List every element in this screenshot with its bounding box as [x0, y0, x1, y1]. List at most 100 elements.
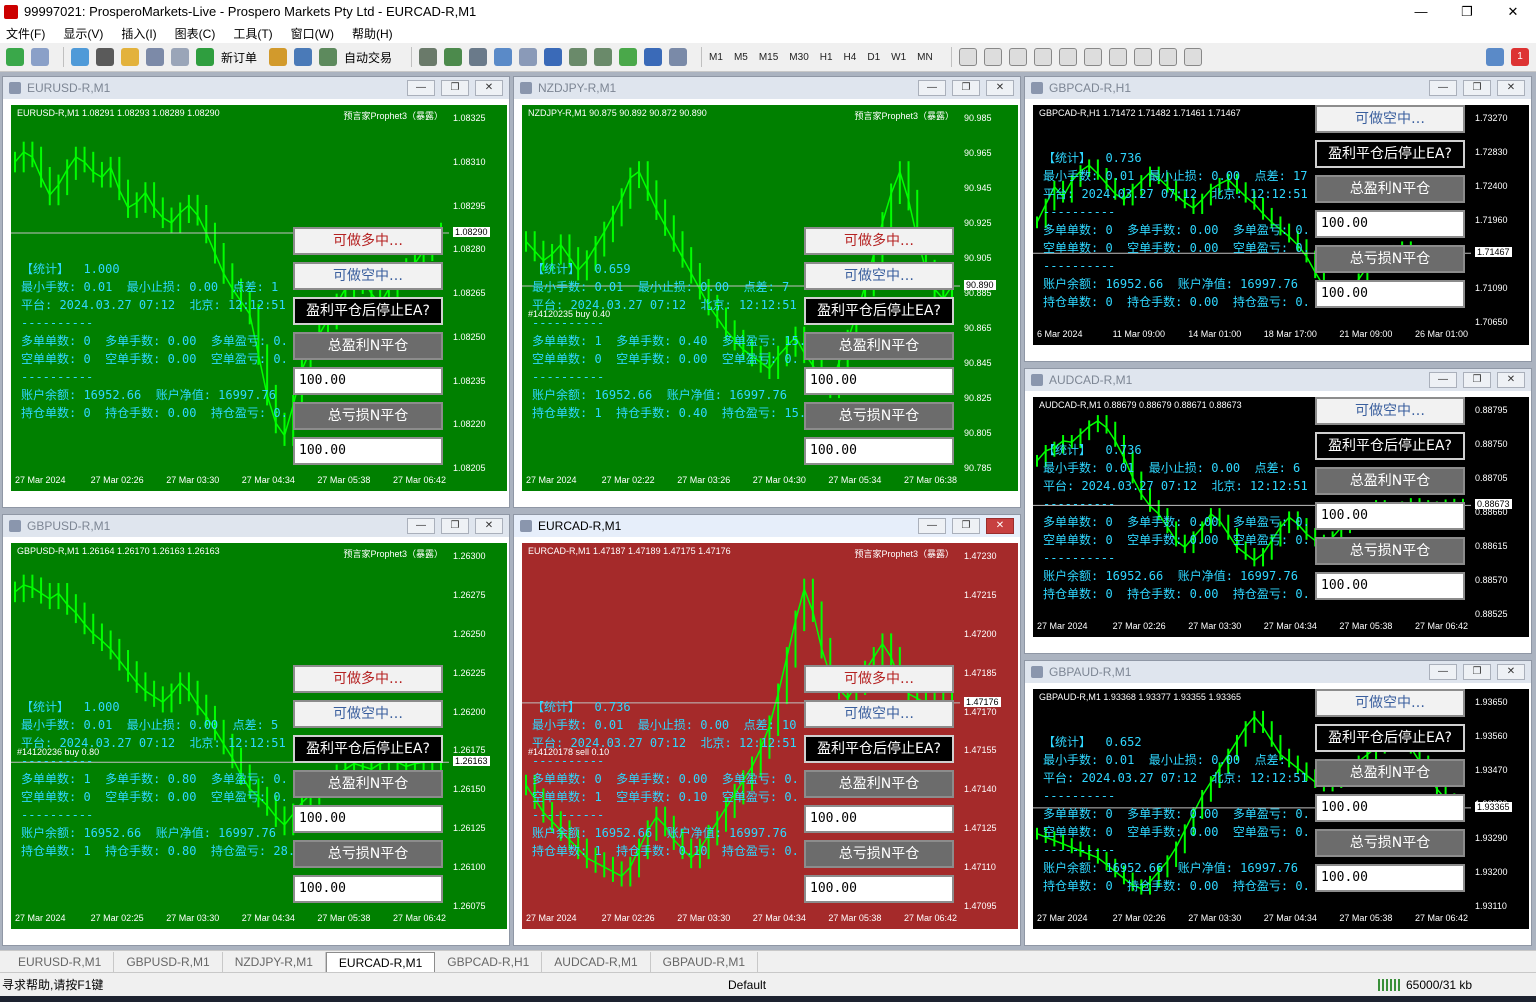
chart-plot-area[interactable]: GBPCAD-R,H1 1.71472 1.71482 1.71461 1.71… [1033, 105, 1471, 329]
close-loss-button[interactable]: 总亏损N平仓 [804, 840, 954, 868]
tab-gbpcad[interactable]: GBPCAD-R,H1 [435, 951, 543, 972]
chart-close-button[interactable]: ✕ [1497, 372, 1525, 388]
chart-shift-icon[interactable] [594, 48, 613, 66]
long-status-button[interactable]: 可做多中… [804, 665, 954, 693]
crosshair-icon[interactable] [983, 48, 1002, 66]
stop-after-profit-button[interactable]: 盈利平仓后停止EA? [804, 735, 954, 763]
profiles-icon[interactable] [31, 48, 49, 66]
terminal-icon[interactable] [146, 48, 164, 66]
long-status-button[interactable]: 可做多中… [804, 227, 954, 255]
tab-nzdjpy[interactable]: NZDJPY-R,M1 [223, 951, 326, 972]
loss-amount-input[interactable]: 100.00 [293, 437, 443, 465]
profit-amount-input[interactable]: 100.00 [804, 805, 954, 833]
timeframe-m15[interactable]: M15 [759, 52, 778, 63]
short-status-button[interactable]: 可做空中… [1315, 397, 1465, 425]
fibonacci-icon[interactable] [1083, 48, 1102, 66]
chart-restore-button[interactable]: ❐ [952, 518, 980, 534]
menu-charts[interactable]: 图表(C) [175, 25, 216, 42]
autoscroll-icon[interactable] [569, 48, 588, 66]
close-profit-button[interactable]: 总盈利N平仓 [1315, 759, 1465, 787]
vertical-line-icon[interactable] [1008, 48, 1027, 66]
chart-plot-area[interactable]: GBPAUD-R,M1 1.93368 1.93377 1.93355 1.93… [1033, 689, 1471, 913]
text-icon[interactable] [1108, 48, 1127, 66]
chart-restore-button[interactable]: ❐ [1463, 80, 1491, 96]
menu-insert[interactable]: 插入(I) [121, 25, 156, 42]
close-profit-button[interactable]: 总盈利N平仓 [804, 332, 954, 360]
chart-close-button[interactable]: ✕ [1497, 80, 1525, 96]
chart-plot-area[interactable]: AUDCAD-R,M1 0.88679 0.88679 0.88671 0.88… [1033, 397, 1471, 621]
market-watch-icon[interactable] [71, 48, 89, 66]
chart-restore-button[interactable]: ❐ [952, 80, 980, 96]
loss-amount-input[interactable]: 100.00 [804, 437, 954, 465]
close-loss-button[interactable]: 总亏损N平仓 [293, 840, 443, 868]
zoom-out-icon[interactable] [519, 48, 538, 66]
chart-close-button[interactable]: ✕ [475, 518, 503, 534]
profit-amount-input[interactable]: 100.00 [1315, 794, 1465, 822]
tile-windows-icon[interactable] [544, 48, 563, 66]
new-order-icon[interactable] [196, 48, 214, 66]
profit-amount-input[interactable]: 100.00 [293, 367, 443, 395]
strategy-tester-icon[interactable] [171, 48, 189, 66]
menu-file[interactable]: 文件(F) [6, 25, 45, 42]
close-loss-button[interactable]: 总亏损N平仓 [1315, 245, 1465, 273]
timeframe-mn[interactable]: MN [917, 52, 933, 63]
minimize-button[interactable]: — [1398, 4, 1444, 19]
chart-minimize-button[interactable]: — [918, 80, 946, 96]
timeframe-h4[interactable]: H4 [844, 52, 857, 63]
tab-eurcad[interactable]: EURCAD-R,M1 [325, 951, 436, 972]
close-profit-button[interactable]: 总盈利N平仓 [293, 332, 443, 360]
short-status-button[interactable]: 可做空中… [804, 700, 954, 728]
chart-close-button[interactable]: ✕ [475, 80, 503, 96]
chart-minimize-button[interactable]: — [407, 80, 435, 96]
stop-after-profit-button[interactable]: 盈利平仓后停止EA? [804, 297, 954, 325]
profit-amount-input[interactable]: 100.00 [1315, 210, 1465, 238]
chart-close-button[interactable]: ✕ [986, 80, 1014, 96]
templates-icon[interactable] [669, 48, 688, 66]
indicators-icon[interactable] [619, 48, 638, 66]
maximize-button[interactable]: ❐ [1444, 4, 1490, 20]
close-profit-button[interactable]: 总盈利N平仓 [1315, 175, 1465, 203]
horizontal-line-icon[interactable] [1033, 48, 1052, 66]
chart-plot-area[interactable]: EURCAD-R,M1 1.47187 1.47189 1.47175 1.47… [522, 543, 960, 913]
stop-after-profit-button[interactable]: 盈利平仓后停止EA? [293, 297, 443, 325]
chart-plot-area[interactable]: EURUSD-R,M1 1.08291 1.08293 1.08289 1.08… [11, 105, 449, 475]
new-order-button[interactable]: 新订单 [221, 49, 257, 66]
long-status-button[interactable]: 可做多中… [293, 227, 443, 255]
shapes-icon[interactable] [1158, 48, 1177, 66]
timeframe-m30[interactable]: M30 [789, 52, 808, 63]
stop-after-profit-button[interactable]: 盈利平仓后停止EA? [1315, 724, 1465, 752]
arrows-icon[interactable] [1183, 48, 1202, 66]
short-status-button[interactable]: 可做空中… [1315, 689, 1465, 717]
loss-amount-input[interactable]: 100.00 [1315, 572, 1465, 600]
chart-plot-area[interactable]: GBPUSD-R,M1 1.26164 1.26170 1.26163 1.26… [11, 543, 449, 913]
notifications-icon[interactable]: 1 [1511, 48, 1529, 66]
short-status-button[interactable]: 可做空中… [1315, 105, 1465, 133]
menu-window[interactable]: 窗口(W) [291, 25, 334, 42]
label-icon[interactable] [1133, 48, 1152, 66]
timeframe-d1[interactable]: D1 [867, 52, 880, 63]
chart-close-button[interactable]: ✕ [986, 518, 1014, 534]
chart-minimize-button[interactable]: — [1429, 664, 1457, 680]
tab-eurusd[interactable]: EURUSD-R,M1 [6, 951, 115, 972]
timeframe-m5[interactable]: M5 [734, 52, 748, 63]
auto-trading-icon[interactable] [319, 48, 338, 66]
short-status-button[interactable]: 可做空中… [804, 262, 954, 290]
short-status-button[interactable]: 可做空中… [293, 262, 443, 290]
menu-tools[interactable]: 工具(T) [233, 25, 272, 42]
cursor-icon[interactable] [958, 48, 977, 66]
metaeditor-icon[interactable] [269, 48, 288, 66]
loss-amount-input[interactable]: 100.00 [293, 875, 443, 903]
chart-minimize-button[interactable]: — [1429, 372, 1457, 388]
chart-minimize-button[interactable]: — [407, 518, 435, 534]
timeframe-h1[interactable]: H1 [820, 52, 833, 63]
chart-restore-button[interactable]: ❐ [1463, 664, 1491, 680]
close-loss-button[interactable]: 总亏损N平仓 [804, 402, 954, 430]
chart-restore-button[interactable]: ❐ [1463, 372, 1491, 388]
close-button[interactable]: ✕ [1490, 4, 1536, 20]
stop-after-profit-button[interactable]: 盈利平仓后停止EA? [1315, 432, 1465, 460]
close-profit-button[interactable]: 总盈利N平仓 [1315, 467, 1465, 495]
close-loss-button[interactable]: 总亏损N平仓 [293, 402, 443, 430]
navigator-icon[interactable] [121, 48, 139, 66]
chart-plot-area[interactable]: NZDJPY-R,M1 90.875 90.892 90.872 90.890 预… [522, 105, 960, 475]
trendline-icon[interactable] [1058, 48, 1077, 66]
